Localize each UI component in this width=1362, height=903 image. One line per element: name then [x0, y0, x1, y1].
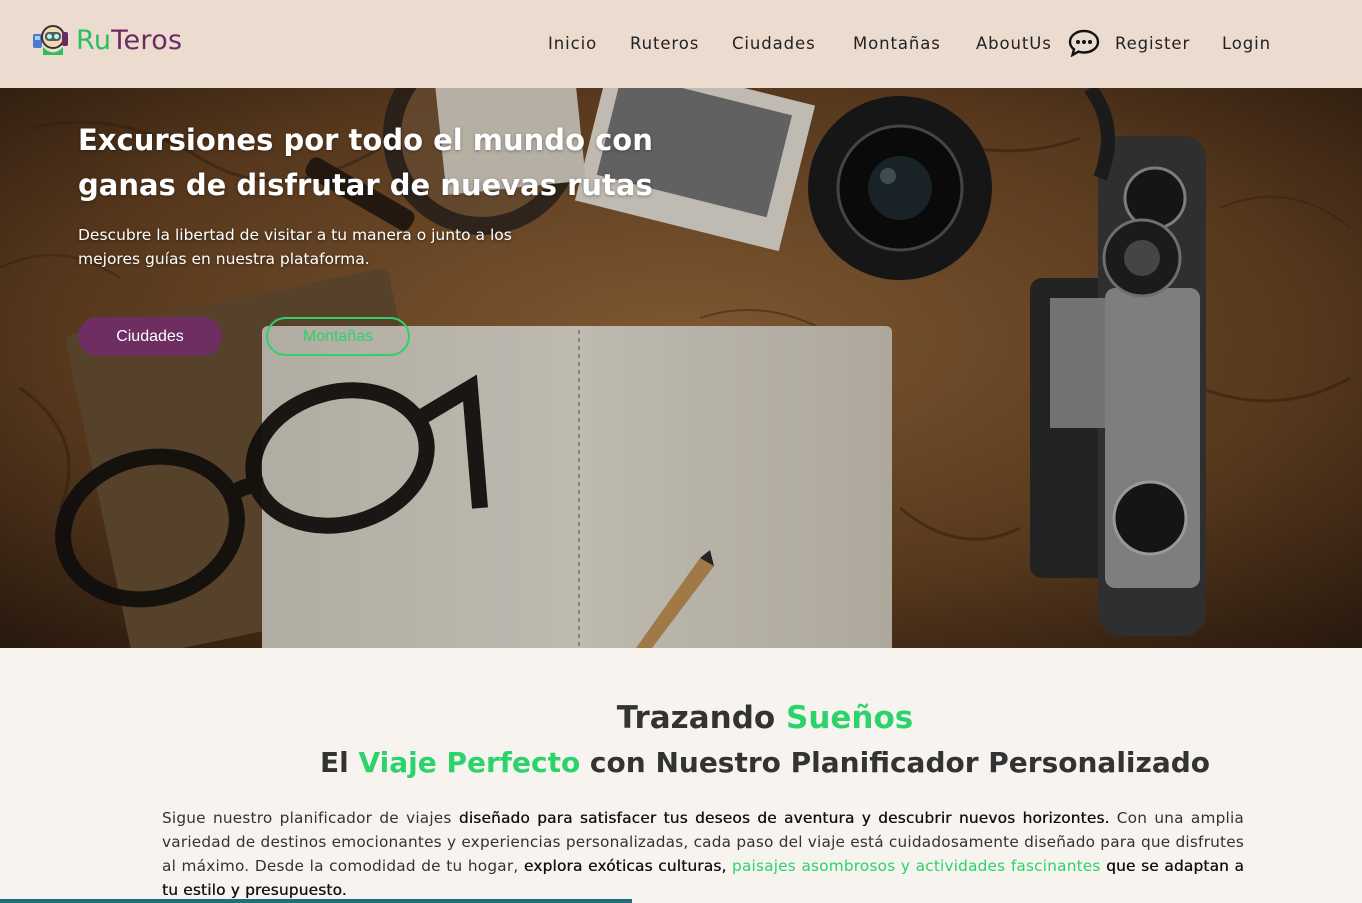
para-bold-1: diseñado para satisfacer tus deseos de a… [458, 809, 1110, 827]
intro-paragraph: Sigue nuestro planificador de viajes dis… [162, 806, 1244, 902]
heading-plain-text: Trazando [616, 700, 786, 736]
logo[interactable]: RuTeros [32, 22, 182, 58]
robot-traveler-icon [33, 25, 68, 55]
section-heading: Trazando Sueños [0, 700, 1362, 736]
nav-ruteros[interactable]: Ruteros [630, 30, 699, 58]
logo-text-teros: Teros [111, 24, 183, 56]
hero-title: Excursiones por todo el mundo con ganas … [78, 123, 653, 202]
horizontal-scrollbar[interactable] [0, 899, 632, 903]
navbar: RuTeros Inicio Ruteros Ciudades Montañas… [0, 0, 1362, 88]
ciudades-button[interactable]: Ciudades [78, 317, 222, 356]
subheading-accent: Viaje Perfecto [358, 746, 581, 779]
nav-inicio[interactable]: Inicio [548, 30, 597, 58]
logo-text-ru: Ru [76, 24, 112, 56]
subheading-prefix: El [319, 746, 359, 779]
nav-montanas[interactable]: Montañas [853, 30, 941, 58]
heading-accent-text: Sueños [786, 700, 914, 736]
subheading-suffix: con Nuestro Planificador Personalizado [580, 746, 1210, 779]
para-green-text: paisajes asombrosos y actividades fascin… [732, 857, 1101, 875]
chat-icon[interactable] [1068, 29, 1100, 57]
nav-aboutus[interactable]: AboutUs [976, 30, 1052, 58]
para-bold-2: explora exóticas culturas, [523, 857, 727, 875]
section-subheading: El Viaje Perfecto con Nuestro Planificad… [0, 746, 1362, 779]
nav-ciudades[interactable]: Ciudades [732, 30, 816, 58]
intro-section: Trazando Sueños El Viaje Perfecto con Nu… [0, 648, 1362, 903]
hero-section: Excursiones por todo el mundo con ganas … [0, 88, 1362, 648]
nav-register[interactable]: Register [1115, 30, 1190, 58]
para-text-1: Sigue nuestro planificador de viajes [162, 809, 459, 827]
hero-subtitle: Descubre la libertad de visitar a tu man… [78, 226, 512, 268]
nav-login[interactable]: Login [1222, 30, 1271, 58]
montanas-button[interactable]: Montañas [266, 317, 410, 356]
